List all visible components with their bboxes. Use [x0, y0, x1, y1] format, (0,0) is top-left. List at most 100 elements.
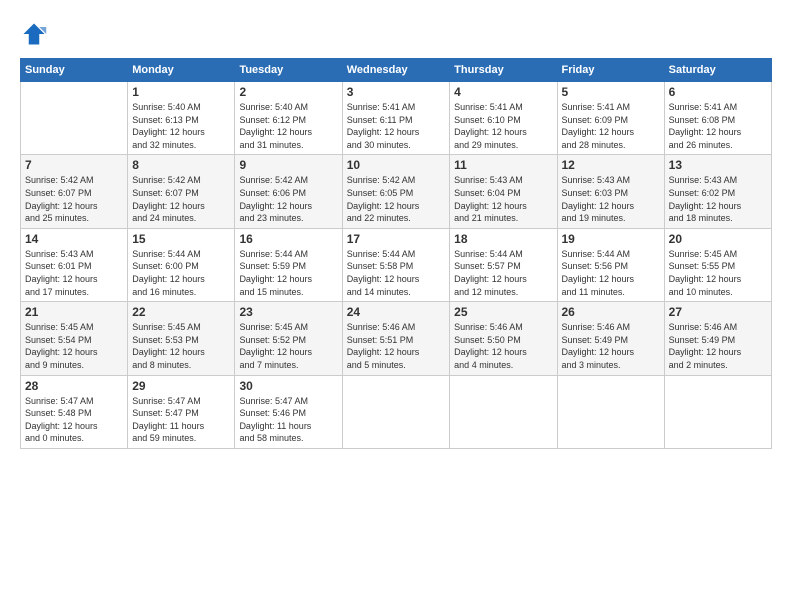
- weekday-header-monday: Monday: [128, 59, 235, 82]
- day-number: 30: [239, 379, 337, 393]
- calendar-cell: 27 Sunrise: 5:46 AM Sunset: 5:49 PM Dayli…: [664, 302, 771, 375]
- weekday-header-saturday: Saturday: [664, 59, 771, 82]
- calendar-cell: 16 Sunrise: 5:44 AM Sunset: 5:59 PM Dayli…: [235, 228, 342, 301]
- day-info: Sunrise: 5:45 AM Sunset: 5:53 PM Dayligh…: [132, 321, 230, 371]
- calendar-cell: 28Sunrise: 5:47 AM Sunset: 5:48 PM Dayli…: [21, 375, 128, 448]
- calendar-cell: 1 Sunrise: 5:40 AM Sunset: 6:13 PM Daylig…: [128, 82, 235, 155]
- header: [20, 20, 772, 48]
- week-row-2: 14 Sunrise: 5:43 AM Sunset: 6:01 PM Dayli…: [21, 228, 772, 301]
- day-info: Sunrise: 5:43 AM Sunset: 6:01 PM Dayligh…: [25, 248, 123, 298]
- day-info: Sunrise: 5:44 AM Sunset: 5:58 PM Dayligh…: [347, 248, 445, 298]
- day-info: Sunrise: 5:40 AM Sunset: 6:12 PM Dayligh…: [239, 101, 337, 151]
- week-row-0: 1 Sunrise: 5:40 AM Sunset: 6:13 PM Daylig…: [21, 82, 772, 155]
- day-info: Sunrise: 5:42 AM Sunset: 6:06 PM Dayligh…: [239, 174, 337, 224]
- day-info: Sunrise: 5:46 AM Sunset: 5:49 PM Dayligh…: [669, 321, 767, 371]
- day-info: Sunrise: 5:47 AM Sunset: 5:47 PM Dayligh…: [132, 395, 230, 445]
- weekday-header-tuesday: Tuesday: [235, 59, 342, 82]
- calendar-cell: 2 Sunrise: 5:40 AM Sunset: 6:12 PM Daylig…: [235, 82, 342, 155]
- week-row-4: 28Sunrise: 5:47 AM Sunset: 5:48 PM Dayli…: [21, 375, 772, 448]
- weekday-header-wednesday: Wednesday: [342, 59, 449, 82]
- day-info: Sunrise: 5:43 AM Sunset: 6:02 PM Dayligh…: [669, 174, 767, 224]
- day-number: 13: [669, 158, 767, 172]
- day-number: 9: [239, 158, 337, 172]
- day-info: Sunrise: 5:44 AM Sunset: 5:56 PM Dayligh…: [562, 248, 660, 298]
- logo: [20, 20, 52, 48]
- day-number: 12: [562, 158, 660, 172]
- calendar-cell: 12 Sunrise: 5:43 AM Sunset: 6:03 PM Dayli…: [557, 155, 664, 228]
- week-row-3: 21Sunrise: 5:45 AM Sunset: 5:54 PM Dayli…: [21, 302, 772, 375]
- calendar-cell: [450, 375, 557, 448]
- day-info: Sunrise: 5:41 AM Sunset: 6:09 PM Dayligh…: [562, 101, 660, 151]
- day-number: 14: [25, 232, 123, 246]
- calendar-cell: 15 Sunrise: 5:44 AM Sunset: 6:00 PM Dayli…: [128, 228, 235, 301]
- day-number: 11: [454, 158, 552, 172]
- day-info: Sunrise: 5:45 AM Sunset: 5:55 PM Dayligh…: [669, 248, 767, 298]
- calendar-cell: 30 Sunrise: 5:47 AM Sunset: 5:46 PM Dayli…: [235, 375, 342, 448]
- day-number: 10: [347, 158, 445, 172]
- day-number: 15: [132, 232, 230, 246]
- day-info: Sunrise: 5:42 AM Sunset: 6:07 PM Dayligh…: [132, 174, 230, 224]
- day-number: 20: [669, 232, 767, 246]
- day-number: 4: [454, 85, 552, 99]
- day-number: 29: [132, 379, 230, 393]
- calendar-cell: 13 Sunrise: 5:43 AM Sunset: 6:02 PM Dayli…: [664, 155, 771, 228]
- day-info: Sunrise: 5:44 AM Sunset: 6:00 PM Dayligh…: [132, 248, 230, 298]
- day-number: 22: [132, 305, 230, 319]
- day-info: Sunrise: 5:46 AM Sunset: 5:51 PM Dayligh…: [347, 321, 445, 371]
- day-number: 18: [454, 232, 552, 246]
- calendar-cell: 19Sunrise: 5:44 AM Sunset: 5:56 PM Dayli…: [557, 228, 664, 301]
- weekday-header-thursday: Thursday: [450, 59, 557, 82]
- calendar: SundayMondayTuesdayWednesdayThursdayFrid…: [20, 58, 772, 449]
- day-info: Sunrise: 5:46 AM Sunset: 5:50 PM Dayligh…: [454, 321, 552, 371]
- calendar-cell: [342, 375, 449, 448]
- day-info: Sunrise: 5:46 AM Sunset: 5:49 PM Dayligh…: [562, 321, 660, 371]
- day-info: Sunrise: 5:41 AM Sunset: 6:08 PM Dayligh…: [669, 101, 767, 151]
- calendar-cell: 8 Sunrise: 5:42 AM Sunset: 6:07 PM Daylig…: [128, 155, 235, 228]
- day-info: Sunrise: 5:41 AM Sunset: 6:10 PM Dayligh…: [454, 101, 552, 151]
- day-number: 23: [239, 305, 337, 319]
- day-number: 3: [347, 85, 445, 99]
- day-number: 27: [669, 305, 767, 319]
- day-number: 6: [669, 85, 767, 99]
- day-number: 2: [239, 85, 337, 99]
- calendar-cell: 14 Sunrise: 5:43 AM Sunset: 6:01 PM Dayli…: [21, 228, 128, 301]
- calendar-cell: 29 Sunrise: 5:47 AM Sunset: 5:47 PM Dayli…: [128, 375, 235, 448]
- weekday-header-friday: Friday: [557, 59, 664, 82]
- day-info: Sunrise: 5:47 AM Sunset: 5:46 PM Dayligh…: [239, 395, 337, 445]
- calendar-cell: 24 Sunrise: 5:46 AM Sunset: 5:51 PM Dayli…: [342, 302, 449, 375]
- calendar-cell: 3 Sunrise: 5:41 AM Sunset: 6:11 PM Daylig…: [342, 82, 449, 155]
- day-info: Sunrise: 5:45 AM Sunset: 5:54 PM Dayligh…: [25, 321, 123, 371]
- day-info: Sunrise: 5:47 AM Sunset: 5:48 PM Dayligh…: [25, 395, 123, 445]
- day-number: 17: [347, 232, 445, 246]
- calendar-cell: 5 Sunrise: 5:41 AM Sunset: 6:09 PM Daylig…: [557, 82, 664, 155]
- day-number: 24: [347, 305, 445, 319]
- day-info: Sunrise: 5:42 AM Sunset: 6:05 PM Dayligh…: [347, 174, 445, 224]
- calendar-cell: 23 Sunrise: 5:45 AM Sunset: 5:52 PM Dayli…: [235, 302, 342, 375]
- day-number: 8: [132, 158, 230, 172]
- day-info: Sunrise: 5:43 AM Sunset: 6:04 PM Dayligh…: [454, 174, 552, 224]
- calendar-cell: 4 Sunrise: 5:41 AM Sunset: 6:10 PM Daylig…: [450, 82, 557, 155]
- day-number: 1: [132, 85, 230, 99]
- day-info: Sunrise: 5:44 AM Sunset: 5:57 PM Dayligh…: [454, 248, 552, 298]
- calendar-cell: 10 Sunrise: 5:42 AM Sunset: 6:05 PM Dayli…: [342, 155, 449, 228]
- calendar-cell: [21, 82, 128, 155]
- day-info: Sunrise: 5:41 AM Sunset: 6:11 PM Dayligh…: [347, 101, 445, 151]
- calendar-cell: 17 Sunrise: 5:44 AM Sunset: 5:58 PM Dayli…: [342, 228, 449, 301]
- calendar-cell: 20 Sunrise: 5:45 AM Sunset: 5:55 PM Dayli…: [664, 228, 771, 301]
- day-number: 5: [562, 85, 660, 99]
- calendar-cell: 22 Sunrise: 5:45 AM Sunset: 5:53 PM Dayli…: [128, 302, 235, 375]
- calendar-cell: 6 Sunrise: 5:41 AM Sunset: 6:08 PM Daylig…: [664, 82, 771, 155]
- day-info: Sunrise: 5:45 AM Sunset: 5:52 PM Dayligh…: [239, 321, 337, 371]
- calendar-cell: [664, 375, 771, 448]
- calendar-cell: 11 Sunrise: 5:43 AM Sunset: 6:04 PM Dayli…: [450, 155, 557, 228]
- logo-icon: [20, 20, 48, 48]
- day-number: 16: [239, 232, 337, 246]
- day-number: 25: [454, 305, 552, 319]
- day-info: Sunrise: 5:40 AM Sunset: 6:13 PM Dayligh…: [132, 101, 230, 151]
- calendar-cell: 7Sunrise: 5:42 AM Sunset: 6:07 PM Daylig…: [21, 155, 128, 228]
- day-info: Sunrise: 5:44 AM Sunset: 5:59 PM Dayligh…: [239, 248, 337, 298]
- weekday-header-row: SundayMondayTuesdayWednesdayThursdayFrid…: [21, 59, 772, 82]
- day-info: Sunrise: 5:43 AM Sunset: 6:03 PM Dayligh…: [562, 174, 660, 224]
- day-number: 7: [25, 158, 123, 172]
- calendar-cell: 9 Sunrise: 5:42 AM Sunset: 6:06 PM Daylig…: [235, 155, 342, 228]
